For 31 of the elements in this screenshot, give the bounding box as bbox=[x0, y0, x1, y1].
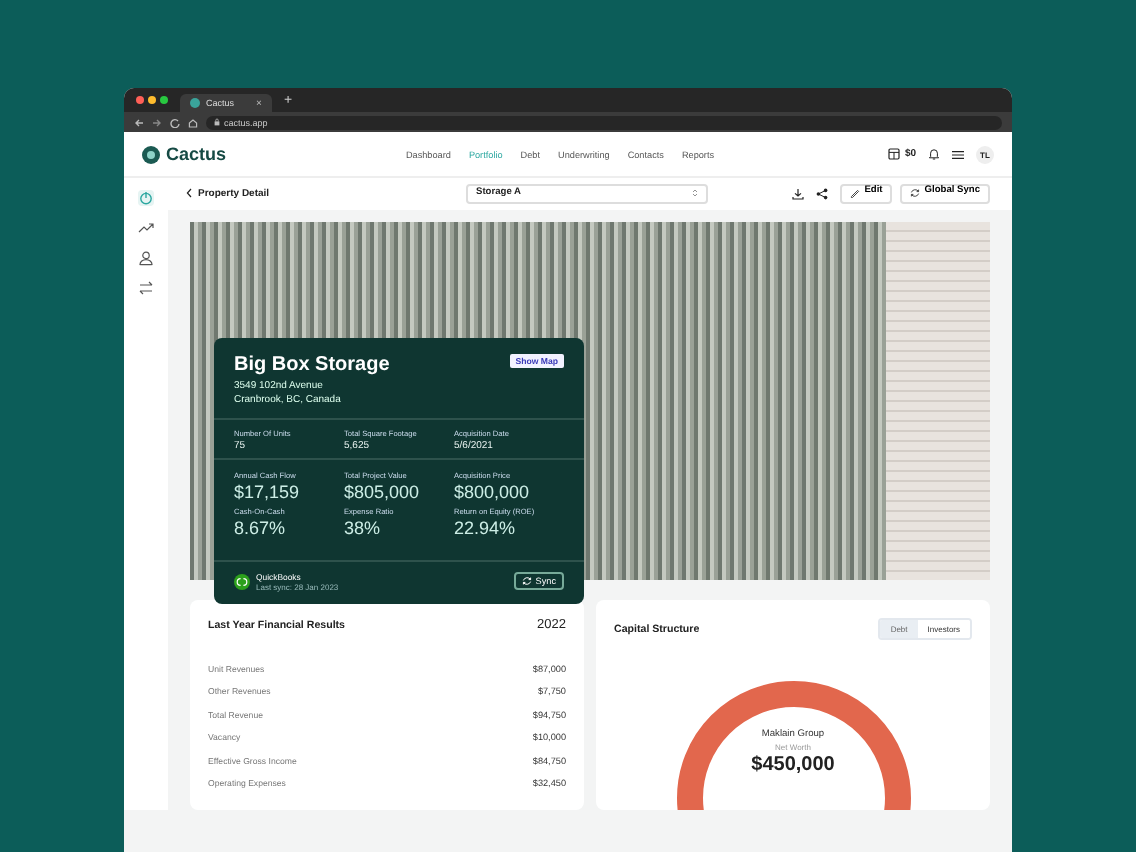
sync-icon bbox=[910, 188, 921, 199]
stat-value: $17,159 bbox=[234, 481, 302, 502]
stat-value: $805,000 bbox=[344, 481, 422, 502]
user-icon[interactable] bbox=[138, 250, 154, 266]
stat-value: 38% bbox=[344, 517, 383, 538]
quickbooks-logo-icon bbox=[234, 573, 250, 590]
favicon-icon bbox=[190, 98, 200, 108]
cactus-logo-icon bbox=[142, 145, 160, 163]
share-icon[interactable] bbox=[816, 187, 829, 200]
swap-arrows-icon[interactable] bbox=[138, 280, 154, 296]
stat-value: $800,000 bbox=[454, 481, 532, 502]
calculator-icon bbox=[888, 148, 901, 160]
chevron-left-icon bbox=[186, 188, 192, 199]
forward-arrow-icon[interactable] bbox=[152, 117, 162, 127]
stat-value: 8.67% bbox=[234, 517, 288, 538]
center-value: $450,000 bbox=[751, 754, 835, 777]
reload-icon[interactable] bbox=[170, 117, 180, 127]
back-arrow-icon[interactable] bbox=[134, 117, 144, 127]
property-name: Big Box Storage bbox=[234, 353, 390, 376]
home-icon[interactable] bbox=[188, 117, 198, 127]
app-logo: Cactus bbox=[166, 144, 227, 164]
lock-icon bbox=[214, 118, 220, 126]
menu-icon[interactable] bbox=[952, 149, 964, 159]
sync-icon bbox=[521, 576, 532, 587]
bell-icon[interactable] bbox=[928, 148, 940, 160]
pencil-icon bbox=[850, 188, 861, 199]
download-icon[interactable] bbox=[792, 187, 805, 200]
power-icon[interactable] bbox=[138, 190, 154, 206]
window-controls-icon bbox=[136, 96, 168, 104]
trend-chart-icon[interactable] bbox=[138, 220, 154, 236]
stat-value: 22.94% bbox=[454, 517, 518, 538]
